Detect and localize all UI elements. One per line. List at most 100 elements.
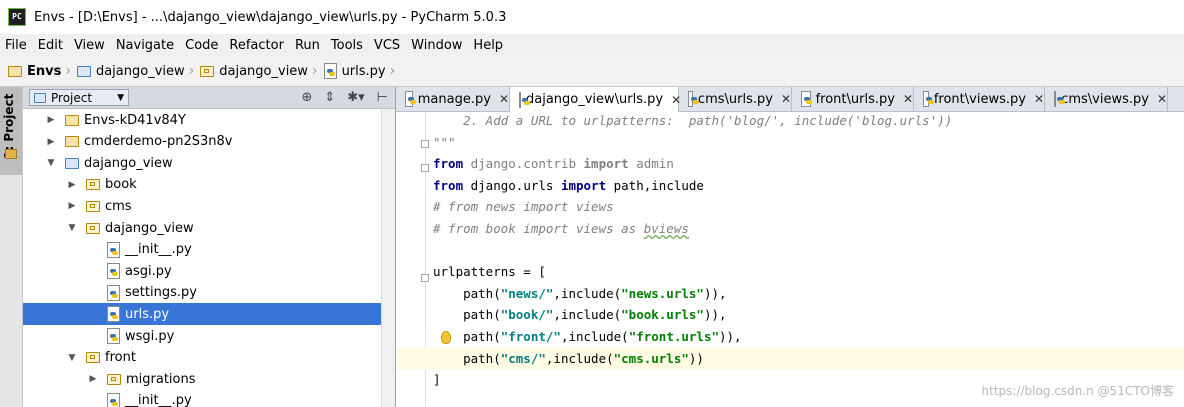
menu-navigate[interactable]: Navigate [111,38,180,53]
menu-view[interactable]: View [69,38,111,53]
breadcrumb: Envs › dajango_view › dajango_view › urls.p… [0,56,1184,87]
editor-tab[interactable]: manage.py ✕ [396,87,510,111]
collapsed-arrow-icon[interactable]: ▶ [66,201,78,211]
editor-tab[interactable]: cms\views.py ✕ [1045,87,1168,111]
tree-item-label: __init__.py [125,242,192,258]
code-line[interactable]: from django.urls import path,include [396,175,1184,197]
expanded-arrow-icon[interactable]: ▼ [66,353,78,363]
editor-tab[interactable]: front\views.py ✕ [914,87,1045,111]
fold-marker-icon[interactable] [421,140,429,148]
code-line[interactable]: urlpatterns = [ [396,261,1184,283]
project-scrollbar[interactable] [381,109,395,407]
python-file-icon [107,241,120,258]
close-icon[interactable]: ✕ [903,92,913,106]
editor-tab[interactable]: front\urls.py ✕ [792,87,914,111]
collapse-all-icon[interactable]: ⇕ [324,90,335,105]
chevron-right-icon: › [311,63,318,79]
editor-tab-label: dajango_view\urls.py [526,92,664,107]
window-title: Envs - [D:\Envs] - ...\dajango_view\daja… [34,9,507,25]
breadcrumb-item-dajango-view[interactable]: dajango_view › [76,63,200,79]
breadcrumb-item-envs[interactable]: Envs › [8,63,77,79]
close-icon[interactable]: ✕ [781,92,791,106]
code-line[interactable]: path("book/",include("book.urls")), [396,304,1184,326]
project-view-selector[interactable]: Project ▼ [29,89,129,106]
code-line[interactable]: from django.contrib import admin [396,153,1184,175]
tree-item[interactable]: urls.py [23,303,381,326]
tree-item[interactable]: ▼ front [23,347,381,369]
menu-edit[interactable]: Edit [33,38,69,53]
project-panel-toolbar: ⊕ ⇕ ✱▾ ⊢ [289,90,388,105]
tree-item[interactable]: __init__.py [23,390,381,407]
tree-item[interactable]: __init__.py [23,239,381,261]
package-icon [86,352,100,364]
project-tool-window-tab[interactable]: 1: Project [0,87,22,175]
python-file-icon [107,263,120,280]
collapsed-arrow-icon[interactable]: ▶ [45,137,57,147]
code-line[interactable]: # from book import views as bviews [396,218,1184,240]
code-line[interactable] [396,240,1184,262]
tree-item[interactable]: ▶ Envs-kD41v84Y [23,109,381,131]
python-file-icon [923,91,934,107]
project-tree: ▶ Envs-kD41v84Y ▶ cmderdemo-pn2S3n8v ▼ dajang… [23,109,381,407]
menu-file[interactable]: File [0,38,33,53]
folder-icon [8,65,22,77]
chevron-right-icon: › [389,63,396,79]
breadcrumb-item-urls[interactable]: urls.py › [323,63,402,79]
tree-item[interactable]: settings.py [23,282,381,304]
tree-item[interactable]: ▼ dajango_view [23,152,381,174]
expanded-arrow-icon[interactable]: ▼ [45,158,57,168]
tree-item-label: migrations [126,371,196,387]
python-file-icon [519,91,530,108]
code-line[interactable]: path("cms/",include("cms.urls")) [396,347,1184,370]
code-line[interactable]: path("news/",include("news.urls")), [396,283,1184,305]
code-line[interactable]: path("front/",include("front.urls")), [396,326,1184,348]
python-file-icon [1054,91,1067,107]
menu-refactor[interactable]: Refactor [224,38,290,53]
editor-tab-label: cms\urls.py [697,91,773,107]
expanded-arrow-icon[interactable]: ▼ [66,223,78,233]
chevron-down-icon: ▼ [117,92,124,103]
chevron-right-icon: › [188,63,195,79]
tree-item[interactable]: ▶ cmderdemo-pn2S3n8v [23,131,381,153]
editor-tab[interactable]: dajango_view\urls.py ✕ [510,87,681,112]
code-line[interactable]: # from news import views [396,196,1184,218]
close-icon[interactable]: ✕ [1157,92,1167,106]
collapsed-arrow-icon[interactable]: ▶ [66,180,78,190]
code-editor[interactable]: 2. Add a URL to urlpatterns: path('blog/… [396,112,1184,407]
menu-code[interactable]: Code [180,38,224,53]
editor-tab-label: front\urls.py [815,91,895,107]
hide-panel-icon[interactable]: ⊢ [377,90,388,105]
tree-item[interactable]: ▼ dajango_view [23,217,381,239]
tool-window-strip: 1: Project [0,87,23,407]
python-file-icon [107,284,120,301]
menu-help[interactable]: Help [468,38,509,53]
fold-marker-icon[interactable] [421,274,429,282]
package-icon [200,65,215,77]
fold-marker-icon[interactable] [421,164,429,172]
breadcrumb-item-dajango-view-pkg[interactable]: dajango_view › [200,63,323,79]
gear-icon[interactable]: ✱▾ [347,90,364,105]
tree-item[interactable]: ▶ book [23,174,381,196]
python-file-icon [107,392,120,407]
lightbulb-icon[interactable] [441,331,451,344]
code-line[interactable]: """ [396,132,1184,154]
project-icon [5,149,17,159]
tree-item-label: dajango_view [105,220,194,236]
collapsed-arrow-icon[interactable]: ▶ [45,115,57,125]
menu-run[interactable]: Run [290,38,326,53]
code-line[interactable]: 2. Add a URL to urlpatterns: path('blog/… [396,112,1184,132]
watermark: https://blog.csdn.n @51CTO博客 [981,384,1174,398]
tree-item[interactable]: wsgi.py [23,325,381,347]
scroll-from-source-icon[interactable]: ⊕ [301,90,312,105]
close-icon[interactable]: ✕ [1034,92,1044,106]
editor-tab[interactable]: cms\urls.py ✕ [679,87,792,111]
close-icon[interactable]: ✕ [499,92,509,106]
collapsed-arrow-icon[interactable]: ▶ [87,374,99,384]
menu-window[interactable]: Window [406,38,468,53]
tree-item[interactable]: ▶ migrations [23,368,381,390]
tree-item[interactable]: ▶ cms [23,195,381,217]
tree-item[interactable]: asgi.py [23,260,381,282]
menu-tools[interactable]: Tools [326,38,369,53]
menu-vcs[interactable]: VCS [369,38,406,53]
python-file-icon [323,63,337,79]
